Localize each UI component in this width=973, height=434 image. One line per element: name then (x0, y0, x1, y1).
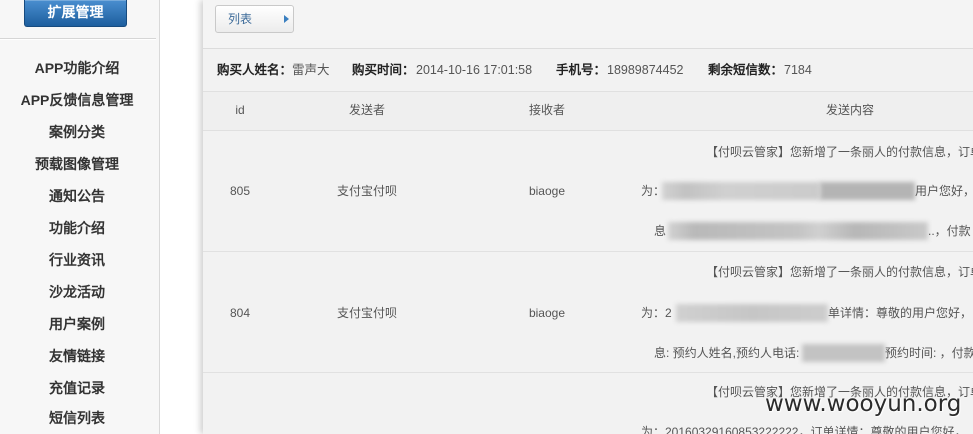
cell-id: 804 (229, 306, 251, 320)
column-header-sender: 发送者 (348, 103, 385, 117)
content-line: 为：20160329160853222222，订单详情：尊敬的用户您好， (641, 425, 967, 434)
toolbar: 列表 (203, 0, 973, 49)
list-button[interactable]: 列表 (215, 5, 294, 33)
sidebar-item-recharge-records[interactable]: 充值记录 (0, 372, 154, 404)
sidebar-item-features[interactable]: 功能介绍 (0, 212, 154, 244)
list-button-label: 列表 (228, 12, 253, 26)
column-header-id: id (235, 103, 245, 117)
extension-management-button[interactable]: 扩展管理 (24, 0, 127, 27)
chevron-right-icon (284, 15, 289, 23)
content-line-end: 用户您好， (915, 184, 973, 198)
remaining-sms-label: 剩余短信数： (708, 63, 784, 77)
column-header-content: 发送内容 (825, 103, 874, 117)
sidebar-item-app-features[interactable]: APP功能介绍 (0, 52, 154, 84)
buyer-info-bar: 购买人姓名： 雷声大 购买时间： 2014-10-16 17:01:58 手机号… (203, 49, 973, 91)
sidebar-item-friend-links[interactable]: 友情链接 (0, 340, 154, 372)
sidebar-item-case-categories[interactable]: 案例分类 (0, 116, 154, 148)
sidebar-item-preload-images[interactable]: 预载图像管理 (0, 148, 154, 180)
table-row: 804 支付宝付呗 biaoge 【付呗云管家】您新增了一条丽人的付款信息，订单… (203, 252, 973, 373)
redacted-region (820, 182, 915, 200)
watermark: www.wooyun.org (765, 391, 962, 417)
redacted-region (802, 344, 885, 362)
purchase-time-label: 购买时间： (352, 63, 415, 77)
sidebar: 扩展管理 APP功能介绍 APP反馈信息管理 案例分类 预载图像管理 通知公告 … (0, 0, 160, 434)
sidebar-menu: APP功能介绍 APP反馈信息管理 案例分类 预载图像管理 通知公告 功能介绍 … (0, 52, 154, 433)
sidebar-item-industry-news[interactable]: 行业资讯 (0, 244, 154, 276)
sidebar-item-salon-events[interactable]: 沙龙活动 (0, 276, 154, 308)
sidebar-item-sms-list[interactable]: 短信列表 (0, 404, 154, 433)
cell-sender: 支付宝付呗 (336, 184, 397, 198)
content-line-end: 单详情：尊敬的用户您好， (828, 306, 973, 320)
sidebar-item-user-cases[interactable]: 用户案例 (0, 308, 154, 340)
cell-receiver: biaoge (528, 184, 566, 198)
redacted-region (676, 304, 828, 322)
sidebar-divider (0, 38, 156, 39)
redacted-region (668, 222, 928, 240)
table-row: 805 支付宝付呗 biaoge 【付呗云管家】您新增了一条丽人的付款信息，订单… (203, 131, 973, 252)
column-header-receiver: 接收者 (528, 103, 565, 117)
redacted-region (662, 182, 820, 200)
cell-sender: 支付宝付呗 (336, 306, 397, 320)
sidebar-item-announcements[interactable]: 通知公告 (0, 180, 154, 212)
cell-receiver: biaoge (528, 306, 566, 320)
table-header: id 发送者 接收者 发送内容 (203, 91, 973, 131)
sidebar-item-app-feedback[interactable]: APP反馈信息管理 (0, 84, 154, 116)
content-line: 【付呗云管家】您新增了一条丽人的付款信息，订单 (706, 265, 973, 279)
buyer-name-value: 雷声大 (292, 63, 330, 77)
purchase-time-value: 2014-10-16 17:01:58 (416, 63, 533, 77)
buyer-name-label: 购买人姓名： (217, 63, 293, 77)
content-line-end: ..，付款 (928, 224, 971, 238)
content-line: 【付呗云管家】您新增了一条丽人的付款信息，订单 (706, 145, 973, 159)
main-panel: 列表 购买人姓名： 雷声大 购买时间： 2014-10-16 17:01:58 … (203, 0, 973, 434)
content-line-end: 预约时间: ，付款 (885, 346, 973, 360)
content-line-start: 息: 预约人姓名,预约人电话: (654, 346, 800, 360)
remaining-sms-value: 7184 (784, 63, 812, 77)
phone-value: 18989874452 (607, 63, 684, 77)
cell-id: 805 (229, 184, 251, 198)
content-line-start: 为：2 (641, 306, 672, 320)
phone-label: 手机号： (556, 63, 607, 77)
content-line-start: 息 (654, 224, 667, 238)
